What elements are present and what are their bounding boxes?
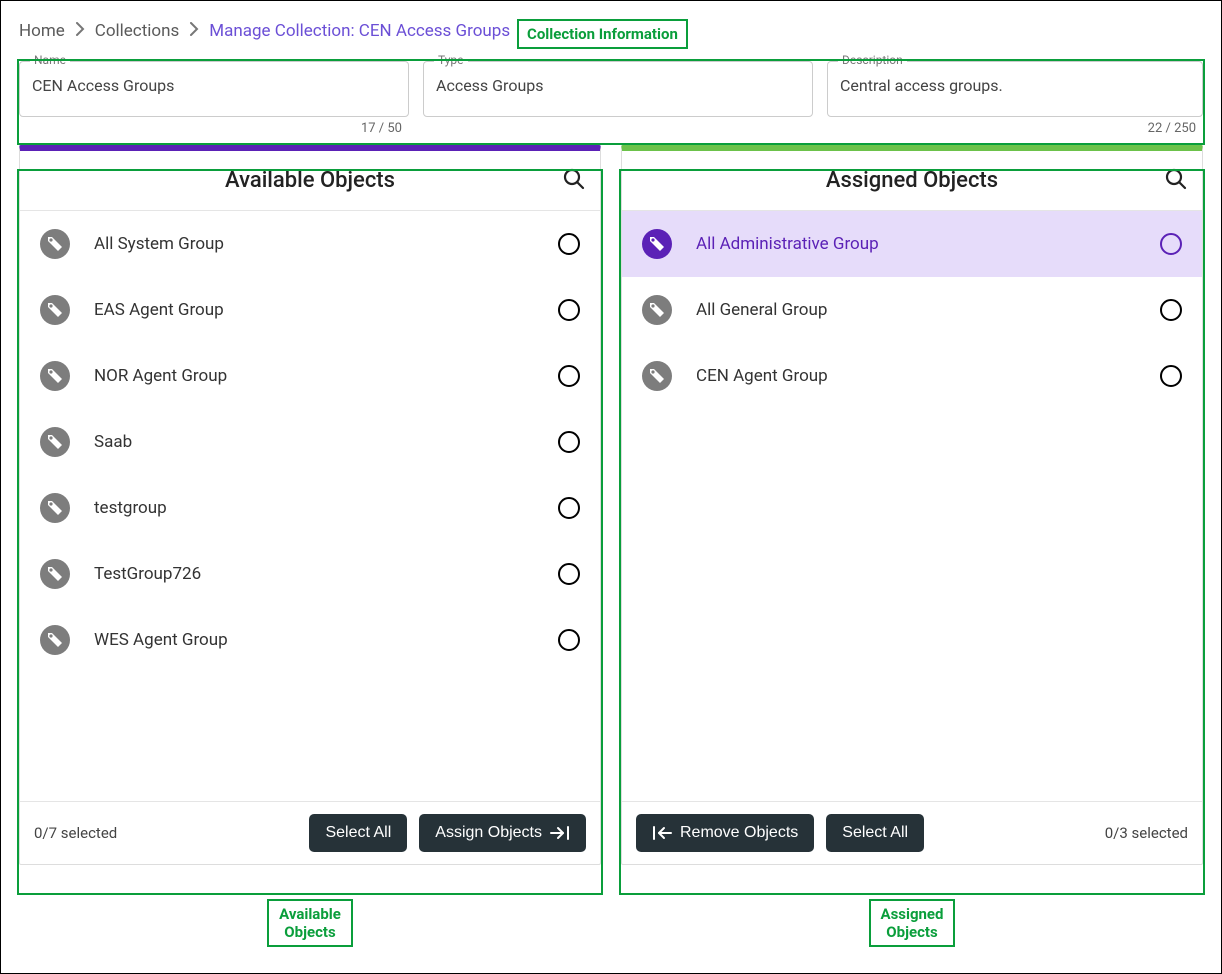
- list-item[interactable]: All System Group: [20, 211, 600, 277]
- annotation-label-available: Available Objects: [267, 899, 353, 947]
- list-item-label: WES Agent Group: [94, 630, 534, 650]
- list-item[interactable]: All Administrative Group: [622, 211, 1202, 277]
- page-root: Home Collections Manage Collection: CEN …: [0, 0, 1222, 974]
- breadcrumb: Home Collections Manage Collection: CEN …: [19, 21, 1203, 41]
- name-counter: 17 / 50: [361, 121, 402, 136]
- radio-circle-icon[interactable]: [558, 497, 580, 519]
- list-item-label: EAS Agent Group: [94, 300, 534, 320]
- button-label: Remove Objects: [680, 824, 798, 842]
- available-selected-count: 0/7 selected: [34, 824, 117, 842]
- list-item-label: All General Group: [696, 300, 1136, 320]
- chevron-right-icon: [75, 21, 85, 41]
- type-value: Access Groups: [436, 76, 800, 95]
- assigned-panel-header: Assigned Objects: [622, 151, 1202, 211]
- breadcrumb-home[interactable]: Home: [19, 21, 65, 41]
- search-icon[interactable]: [1164, 167, 1188, 195]
- tag-icon: [642, 295, 672, 325]
- list-item-label: Saab: [94, 432, 534, 452]
- radio-circle-icon[interactable]: [558, 431, 580, 453]
- breadcrumb-collections[interactable]: Collections: [95, 21, 180, 41]
- chevron-right-icon: [189, 21, 199, 41]
- button-label: Select All: [325, 824, 391, 842]
- tag-icon: [40, 361, 70, 391]
- available-panel-header: Available Objects: [20, 151, 600, 211]
- list-item-label: All Administrative Group: [696, 234, 1136, 254]
- list-item[interactable]: EAS Agent Group: [20, 277, 600, 343]
- tag-icon: [40, 625, 70, 655]
- annotation-label-assigned: Assigned Objects: [869, 899, 955, 947]
- list-item-label: All System Group: [94, 234, 534, 254]
- assign-objects-button[interactable]: Assign Objects: [419, 814, 586, 852]
- list-item-label: TestGroup726: [94, 564, 534, 584]
- available-panel-footer: 0/7 selected Select All Assign Objects: [20, 801, 600, 864]
- list-item[interactable]: All General Group: [622, 277, 1202, 343]
- tag-icon: [40, 559, 70, 589]
- panels-row: Available Objects All System Group EAS Ag…: [19, 145, 1203, 865]
- list-item-label: CEN Agent Group: [696, 366, 1136, 386]
- tag-icon: [40, 427, 70, 457]
- button-label: Select All: [842, 824, 908, 842]
- tag-icon: [40, 295, 70, 325]
- radio-circle-icon[interactable]: [1160, 365, 1182, 387]
- description-field[interactable]: Description Central access groups. 22 / …: [827, 61, 1203, 117]
- list-item[interactable]: NOR Agent Group: [20, 343, 600, 409]
- list-item[interactable]: testgroup: [20, 475, 600, 541]
- tag-icon: [40, 493, 70, 523]
- list-item[interactable]: TestGroup726: [20, 541, 600, 607]
- arrow-right-to-bar-icon: [550, 825, 570, 841]
- description-label: Description: [838, 53, 907, 67]
- name-label: Name: [30, 53, 70, 67]
- list-item[interactable]: Saab: [20, 409, 600, 475]
- radio-circle-icon[interactable]: [558, 233, 580, 255]
- description-counter: 22 / 250: [1148, 121, 1196, 136]
- available-panel: Available Objects All System Group EAS Ag…: [19, 145, 601, 865]
- arrow-left-from-bar-icon: [652, 825, 672, 841]
- name-field[interactable]: Name CEN Access Groups 17 / 50: [19, 61, 409, 117]
- remove-objects-button[interactable]: Remove Objects: [636, 814, 814, 852]
- tag-icon: [642, 361, 672, 391]
- radio-circle-icon[interactable]: [558, 365, 580, 387]
- name-value: CEN Access Groups: [32, 76, 396, 95]
- button-label: Assign Objects: [435, 824, 542, 842]
- available-list[interactable]: All System Group EAS Agent Group NOR Agent…: [20, 211, 600, 801]
- radio-circle-icon[interactable]: [558, 563, 580, 585]
- assigned-selected-count: 0/3 selected: [1105, 824, 1188, 842]
- tag-icon: [642, 229, 672, 259]
- list-item-label: NOR Agent Group: [94, 366, 534, 386]
- assigned-panel-title: Assigned Objects: [826, 168, 998, 193]
- assigned-list[interactable]: All Administrative Group All General Grou…: [622, 211, 1202, 801]
- radio-circle-icon[interactable]: [558, 299, 580, 321]
- breadcrumb-current: Manage Collection: CEN Access Groups: [209, 21, 510, 41]
- type-label: Type: [434, 53, 468, 67]
- radio-circle-icon[interactable]: [558, 629, 580, 651]
- list-item[interactable]: WES Agent Group: [20, 607, 600, 673]
- radio-circle-icon[interactable]: [1160, 233, 1182, 255]
- available-panel-title: Available Objects: [225, 168, 395, 193]
- type-field[interactable]: Type Access Groups: [423, 61, 813, 117]
- search-icon[interactable]: [562, 167, 586, 195]
- collection-info-row: Name CEN Access Groups 17 / 50 Type Acce…: [19, 61, 1203, 117]
- assigned-select-all-button[interactable]: Select All: [826, 814, 924, 852]
- radio-circle-icon[interactable]: [1160, 299, 1182, 321]
- assigned-panel-footer: Remove Objects Select All 0/3 selected: [622, 801, 1202, 864]
- available-select-all-button[interactable]: Select All: [309, 814, 407, 852]
- list-item-label: testgroup: [94, 498, 534, 518]
- assigned-panel: Assigned Objects All Administrative Grou…: [621, 145, 1203, 865]
- list-item[interactable]: CEN Agent Group: [622, 343, 1202, 409]
- tag-icon: [40, 229, 70, 259]
- description-value: Central access groups.: [840, 76, 1190, 95]
